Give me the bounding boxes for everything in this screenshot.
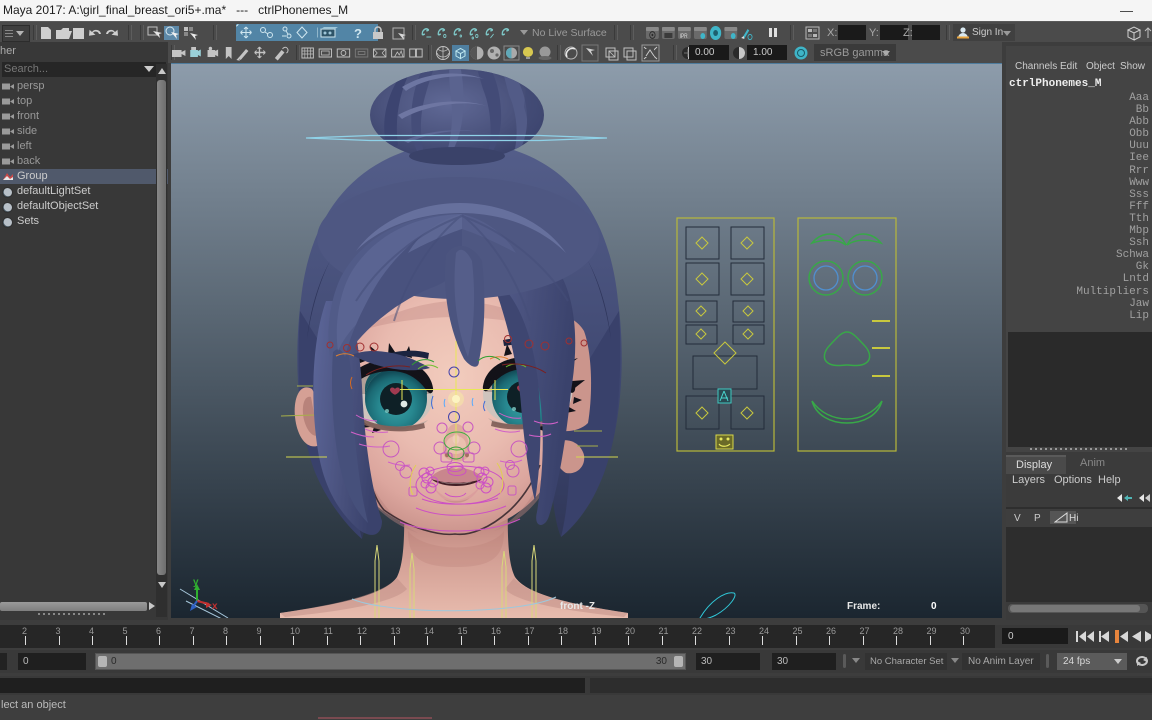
svg-text:?: ? [354,26,362,41]
svg-text:y: y [193,577,199,588]
svg-text:x: x [212,601,218,612]
svg-text:IPR: IPR [680,34,688,41]
